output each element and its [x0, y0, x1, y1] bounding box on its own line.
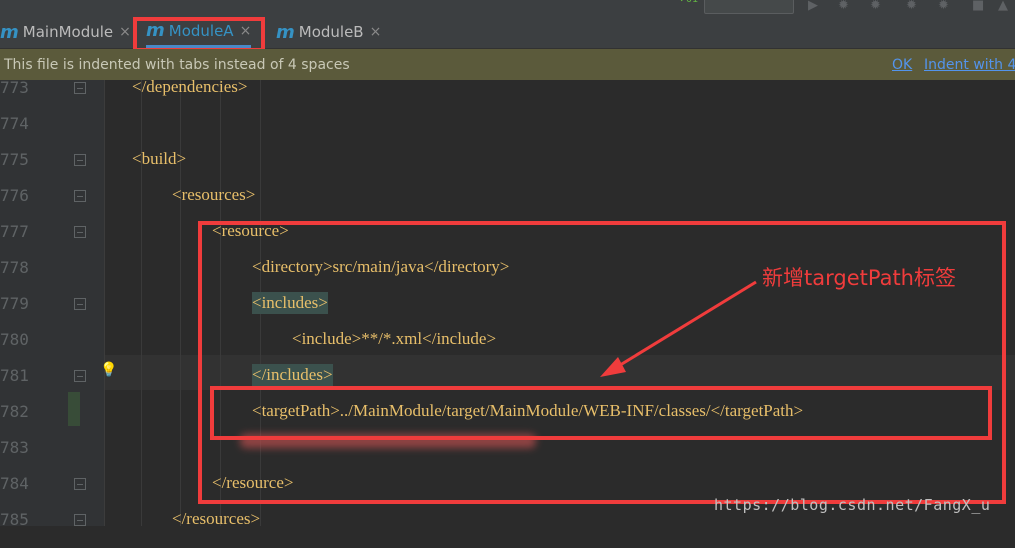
annotation-label: 新增targetPath标签: [762, 266, 956, 290]
watermark: https://blog.csdn.net/FangX_u: [714, 496, 991, 514]
